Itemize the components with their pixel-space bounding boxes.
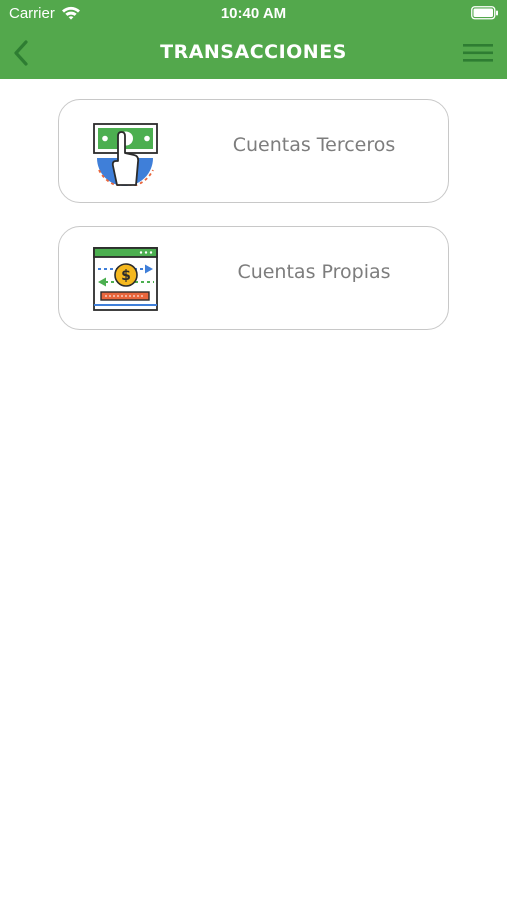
hand-money-transfer-icon <box>93 120 159 188</box>
option-label: Cuentas Propias <box>237 261 391 283</box>
status-bar: Carrier 10:40 AM <box>0 0 507 28</box>
svg-text:$: $ <box>121 268 131 284</box>
hamburger-menu-icon <box>463 44 493 62</box>
page-title: TRANSACCIONES <box>160 41 347 63</box>
option-card-cuentas-propias[interactable]: $ Cuentas Propias <box>58 226 449 330</box>
option-label: Cuentas Terceros <box>232 134 396 156</box>
status-time: 10:40 AM <box>220 5 287 22</box>
battery-icon <box>471 6 499 25</box>
account-transfer-icon: $ <box>93 247 159 313</box>
navigation-bar: TRANSACCIONES <box>0 28 507 79</box>
menu-button[interactable] <box>463 42 493 64</box>
option-card-cuentas-terceros[interactable]: Cuentas Terceros <box>58 99 449 203</box>
